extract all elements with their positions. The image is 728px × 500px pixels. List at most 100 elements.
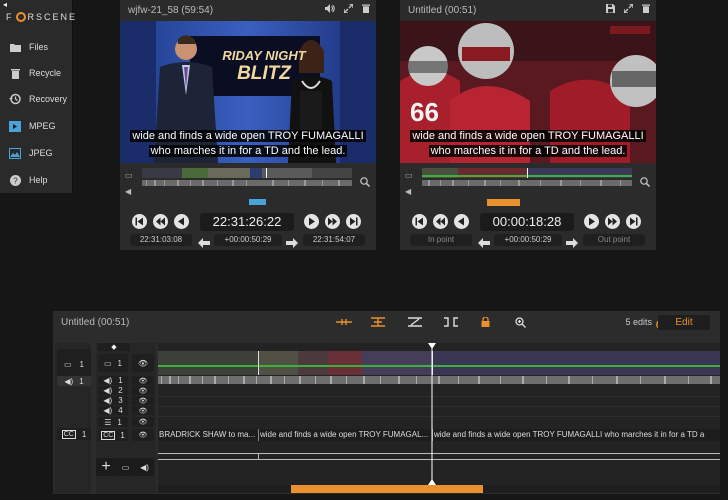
zoom-icon[interactable]: [360, 174, 370, 192]
arrow-left-icon: [478, 235, 490, 248]
trash-icon: [9, 67, 21, 79]
trim-tool-icon[interactable]: [443, 317, 459, 330]
edit-button[interactable]: Edit: [658, 315, 710, 330]
sidebar-item-files[interactable]: Files: [0, 34, 73, 60]
sidebar-item-jpeg[interactable]: JPEG: [0, 140, 73, 166]
speaker-icon: ◀): [103, 386, 113, 395]
eye-icon[interactable]: 👁: [132, 417, 154, 427]
audio-row-3[interactable]: ◀) 3: [98, 396, 128, 405]
add-video-track-icon[interactable]: ▭: [116, 458, 135, 476]
timeline-panel: Untitled (00:51) 5 edits Edit ▭ 1 ◀) 1 CC 1…: [53, 311, 720, 494]
step-back-button[interactable]: [153, 214, 168, 229]
caption-clip[interactable]: BRADRICK SHAW to ma...: [158, 429, 257, 441]
play-reverse-button[interactable]: [454, 214, 469, 229]
splice-tool-icon[interactable]: [336, 317, 352, 330]
image-icon: [9, 147, 21, 159]
source-timecode: 22:31:26:22: [200, 213, 294, 231]
subtitle-row-num: 1: [117, 417, 122, 427]
audio-row-1[interactable]: ◀) 1: [98, 376, 128, 385]
sidebar-item-mpeg[interactable]: MPEG: [0, 113, 73, 139]
eye-icon[interactable]: 👁: [132, 354, 154, 372]
folder-icon: [9, 41, 21, 53]
sequence-caption: wide and finds a wide open TROY FUMAGALL…: [400, 129, 656, 159]
out-point-field[interactable]: Out point: [583, 234, 645, 246]
arrow-right-icon: [286, 235, 298, 248]
caption-clip[interactable]: wide and finds a wide open TROY FUMAGAL.…: [259, 429, 431, 441]
sidebar-item-recovery[interactable]: Recovery: [0, 86, 73, 112]
fullscreen-icon[interactable]: [343, 3, 354, 16]
caption-row[interactable]: CC 1: [98, 429, 128, 441]
eye-icon[interactable]: 👁: [132, 429, 154, 441]
save-icon[interactable]: [606, 4, 615, 16]
svg-text:?: ?: [13, 176, 18, 185]
zoom-icon[interactable]: [640, 174, 650, 192]
monitor-icon: ▭: [405, 171, 413, 180]
overwrite-tool-icon[interactable]: [408, 317, 422, 330]
subtitle-row[interactable]: ☰ 1: [98, 417, 128, 427]
source-out-timecode[interactable]: 22:31:54:07: [303, 234, 365, 246]
sequence-video-frame[interactable]: 66 wide and finds a wide open TROY FUMAG…: [400, 21, 656, 163]
sidebar-item-help[interactable]: ? Help: [0, 167, 73, 193]
lock-icon[interactable]: [481, 316, 490, 330]
speaker-icon: ◀: [405, 187, 412, 196]
source-video-frame[interactable]: RIDAY NIGHT BLITZ wide and finds a wide …: [120, 21, 376, 163]
video-track-count: 1: [117, 358, 122, 368]
audio-track-slot: [57, 388, 91, 398]
source-viewer-toolbar: [325, 3, 370, 16]
fullscreen-icon[interactable]: [623, 3, 634, 16]
sidebar-item-recycle[interactable]: Recycle: [0, 60, 73, 86]
sequence-timecode: 00:00:18:28: [480, 213, 574, 231]
eye-icon[interactable]: 👁: [132, 386, 154, 395]
add-track-button[interactable]: +: [96, 458, 116, 476]
video-track-toggle[interactable]: ▭ 1: [57, 349, 91, 379]
in-point-field[interactable]: In point: [410, 234, 472, 246]
eye-icon[interactable]: 👁: [132, 406, 154, 415]
sidebar-item-label: Recovery: [29, 94, 68, 104]
play-reverse-button[interactable]: [174, 214, 189, 229]
volume-icon[interactable]: [325, 4, 335, 16]
source-playhead-marker[interactable]: [249, 199, 266, 205]
audio-row-4[interactable]: ◀) 4: [98, 406, 128, 415]
play-button[interactable]: [584, 214, 599, 229]
sequence-viewer-toolbar: [606, 3, 650, 16]
trash-icon[interactable]: [362, 4, 370, 16]
audio-track-toggle[interactable]: ◀) 1: [57, 376, 91, 386]
diamond-marker-icon[interactable]: ◆: [98, 343, 130, 351]
source-in-timecode[interactable]: 22:31:03:08: [130, 234, 192, 246]
eye-icon[interactable]: 👁: [132, 396, 154, 405]
source-duration-timecode: +00:00:50:29: [214, 234, 282, 246]
caption-track-toggle[interactable]: CC 1: [57, 428, 91, 440]
video-track-select[interactable]: ▭ 1: [98, 354, 128, 372]
timeline-tracks[interactable]: BRADRICK SHAW to ma... wide and finds a …: [158, 343, 720, 485]
go-to-end-button[interactable]: [346, 214, 361, 229]
source-caption-line: who marches it in for a TD and the lead.: [148, 145, 348, 157]
go-to-start-button[interactable]: [132, 214, 147, 229]
audio-row-num: 4: [118, 406, 123, 415]
video-track-count: 1: [79, 359, 84, 369]
sequence-playhead-marker[interactable]: [487, 199, 520, 206]
sequence-filmstrip[interactable]: [422, 168, 632, 186]
eye-icon[interactable]: 👁: [132, 376, 154, 385]
caption-clip[interactable]: wide and finds a wide open TROY FUMAGALL…: [433, 429, 720, 441]
step-forward-button[interactable]: [325, 214, 340, 229]
play-button[interactable]: [304, 214, 319, 229]
film-icon: [9, 120, 21, 132]
sequence-jersey-number: 66: [410, 97, 439, 127]
audio-track-slot: [57, 412, 91, 422]
speaker-icon: ◀): [103, 396, 113, 405]
insert-tool-icon[interactable]: [371, 317, 385, 330]
add-audio-track-icon[interactable]: ◀): [135, 458, 154, 476]
go-to-start-button[interactable]: [412, 214, 427, 229]
audio-track-num: 1: [79, 376, 84, 386]
trash-icon[interactable]: [642, 4, 650, 16]
zoom-icon[interactable]: [515, 317, 526, 331]
back-arrow-icon[interactable]: ◂: [3, 0, 7, 9]
step-back-button[interactable]: [433, 214, 448, 229]
step-forward-button[interactable]: [605, 214, 620, 229]
source-filmstrip[interactable]: [142, 168, 352, 186]
edit-count-text: 5 edits: [625, 317, 652, 327]
audio-row-2[interactable]: ◀) 2: [98, 386, 128, 395]
forscene-logo: F RSCENE: [6, 12, 77, 22]
timeline-scrollbar-thumb[interactable]: [291, 485, 483, 493]
go-to-end-button[interactable]: [626, 214, 641, 229]
